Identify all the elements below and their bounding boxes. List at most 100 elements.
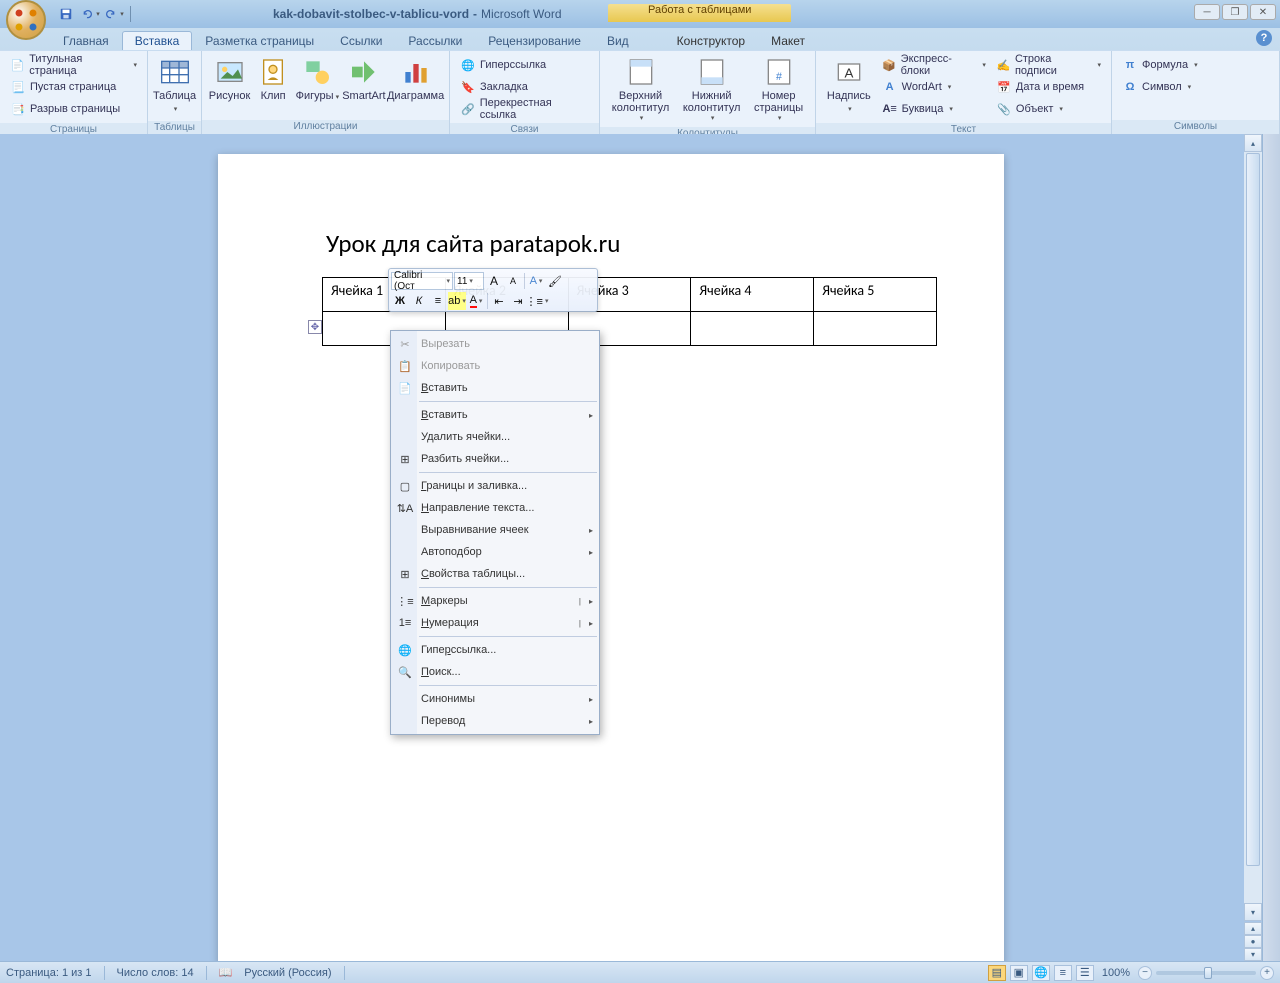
textbox-button[interactable]: AНадпись▾ [822, 54, 876, 120]
ctx-insert[interactable]: Вставить▸ [391, 404, 599, 426]
prev-page-button[interactable]: ▴ [1244, 922, 1262, 935]
help-button[interactable]: ? [1256, 30, 1272, 46]
chart-button[interactable]: Диаграмма [388, 54, 443, 117]
ctx-text-direction[interactable]: ⇅AНаправление текста... [391, 497, 599, 519]
ctx-lookup[interactable]: 🔍Поиск... [391, 661, 599, 683]
zoom-out-button[interactable]: − [1138, 966, 1152, 980]
ctx-synonyms[interactable]: Синонимы▸ [391, 688, 599, 710]
ctx-delete-cells[interactable]: Удалить ячейки... [391, 426, 599, 448]
tab-home[interactable]: Главная [50, 31, 122, 50]
redo-icon[interactable]: ▾ [104, 4, 124, 24]
zoom-level[interactable]: 100% [1102, 967, 1130, 979]
undo-icon[interactable]: ▾ [80, 4, 100, 24]
page-number-button[interactable]: #Номер страницы▾ [748, 54, 809, 124]
tab-page-layout[interactable]: Разметка страницы [192, 31, 327, 50]
ctx-bullets[interactable]: ⋮≡Маркеры|▸ [391, 590, 599, 612]
ctx-paste[interactable]: 📄Вставить [391, 377, 599, 399]
tab-table-layout[interactable]: Макет [758, 31, 818, 50]
table-move-handle[interactable]: ✥ [308, 320, 322, 334]
ctx-hyperlink[interactable]: 🌐Гиперссылка... [391, 639, 599, 661]
header-button[interactable]: Верхний колонтитул▾ [606, 54, 675, 124]
quickparts-button[interactable]: 📦Экспресс-блоки▾ [878, 54, 990, 76]
object-button[interactable]: 📎Объект▾ [992, 98, 1105, 120]
picture-button[interactable]: Рисунок [208, 54, 251, 117]
restore-button[interactable]: ❐ [1222, 4, 1248, 20]
footer-button[interactable]: Нижний колонтитул▾ [677, 54, 746, 124]
scroll-track[interactable] [1244, 152, 1262, 903]
tab-table-design[interactable]: Конструктор [664, 31, 758, 50]
ctx-table-props[interactable]: ⊞Свойства таблицы... [391, 563, 599, 585]
ctx-split-cells[interactable]: ⊞Разбить ячейки... [391, 448, 599, 470]
browse-object-buttons: ▴ ● ▾ [1244, 922, 1262, 961]
scroll-up-button[interactable]: ▴ [1244, 134, 1262, 152]
office-button[interactable] [6, 0, 46, 40]
tab-insert[interactable]: Вставка [122, 31, 193, 50]
symbol-button[interactable]: ΩСимвол▾ [1118, 76, 1202, 98]
save-icon[interactable] [56, 4, 76, 24]
bold-icon[interactable]: Ж [391, 292, 409, 310]
mini-size-combo[interactable]: 11 ▾ [454, 272, 484, 290]
signature-button[interactable]: ✍Строка подписи▾ [992, 54, 1105, 76]
shapes-button[interactable]: Фигуры▾ [295, 54, 340, 117]
browse-object-button[interactable]: ● [1244, 935, 1262, 948]
format-painter-icon[interactable]: 🖌 [546, 272, 564, 290]
ctx-borders[interactable]: ▢Границы и заливка... [391, 475, 599, 497]
next-page-button[interactable]: ▾ [1244, 948, 1262, 961]
table-cell[interactable]: Ячейка 4 [691, 278, 814, 312]
page-break-button[interactable]: 📑Разрыв страницы [6, 98, 141, 120]
dropcap-button[interactable]: A≡Буквица▾ [878, 98, 990, 120]
crossref-button[interactable]: 🔗Перекрестная ссылка [456, 98, 593, 120]
status-page[interactable]: Страница: 1 из 1 [6, 967, 92, 979]
wordart-button[interactable]: AWordArt▾ [878, 76, 990, 98]
close-button[interactable]: ✕ [1250, 4, 1276, 20]
scroll-down-button[interactable]: ▾ [1244, 903, 1262, 921]
bookmark-button[interactable]: 🔖Закладка [456, 76, 593, 98]
ctx-numbering[interactable]: 1≡Нумерация|▸ [391, 612, 599, 634]
indent-icon[interactable]: ⇥ [509, 292, 527, 310]
highlight-icon[interactable]: ab▾ [448, 292, 466, 310]
vertical-scrollbar[interactable]: ▴ ▾ [1244, 134, 1262, 921]
draft-view-button[interactable]: ☰ [1076, 965, 1094, 981]
blank-page-button[interactable]: 📃Пустая страница [6, 76, 141, 98]
status-language[interactable]: Русский (Россия) [244, 967, 331, 979]
tab-references[interactable]: Ссылки [327, 31, 395, 50]
minimize-button[interactable]: ─ [1194, 4, 1220, 20]
ctx-autofit[interactable]: Автоподбор▸ [391, 541, 599, 563]
zoom-in-button[interactable]: + [1260, 966, 1274, 980]
styles-icon[interactable]: A▾ [527, 272, 545, 290]
status-words[interactable]: Число слов: 14 [117, 967, 194, 979]
web-view-button[interactable]: 🌐 [1032, 965, 1050, 981]
hyperlink-button[interactable]: 🌐Гиперссылка [456, 54, 593, 76]
page[interactable]: Урок для сайта paratapok.ru ✥ Ячейка 1 Я… [218, 154, 1004, 961]
italic-icon[interactable]: К [410, 292, 428, 310]
ctx-translate[interactable]: Перевод▸ [391, 710, 599, 732]
borders-icon: ▢ [395, 478, 415, 494]
shrink-font-icon[interactable]: A [504, 272, 522, 290]
bullets-icon[interactable]: ⋮≡▾ [528, 292, 546, 310]
clipart-button[interactable]: Клип [253, 54, 293, 117]
tab-view[interactable]: Вид [594, 31, 642, 50]
cover-page-button[interactable]: 📄Титульная страница▾ [6, 54, 141, 76]
zoom-slider[interactable] [1156, 971, 1256, 975]
font-color-icon[interactable]: A▾ [467, 292, 485, 310]
zoom-thumb[interactable] [1204, 967, 1212, 979]
table-cell[interactable]: Ячейка 5 [814, 278, 937, 312]
smartart-button[interactable]: SmartArt [342, 54, 387, 117]
fullscreen-view-button[interactable]: ▣ [1010, 965, 1028, 981]
tab-review[interactable]: Рецензирование [475, 31, 594, 50]
scroll-thumb[interactable] [1246, 153, 1260, 866]
ctx-cell-align[interactable]: Выравнивание ячеек▸ [391, 519, 599, 541]
mini-font-combo[interactable]: Calibri (Ост ▾ [391, 272, 453, 290]
outline-view-button[interactable]: ≡ [1054, 965, 1072, 981]
print-layout-view-button[interactable]: ▤ [988, 965, 1006, 981]
outdent-icon[interactable]: ⇤ [490, 292, 508, 310]
table-cell[interactable] [691, 312, 814, 346]
grow-font-icon[interactable]: A [485, 272, 503, 290]
equation-button[interactable]: πФормула▾ [1118, 54, 1202, 76]
status-proofing-icon[interactable]: 📖 [219, 966, 233, 979]
table-cell[interactable] [814, 312, 937, 346]
table-button[interactable]: Таблица▾ [154, 54, 195, 118]
center-align-icon[interactable]: ≡ [429, 292, 447, 310]
datetime-button[interactable]: 📅Дата и время [992, 76, 1105, 98]
tab-mailings[interactable]: Рассылки [395, 31, 475, 50]
